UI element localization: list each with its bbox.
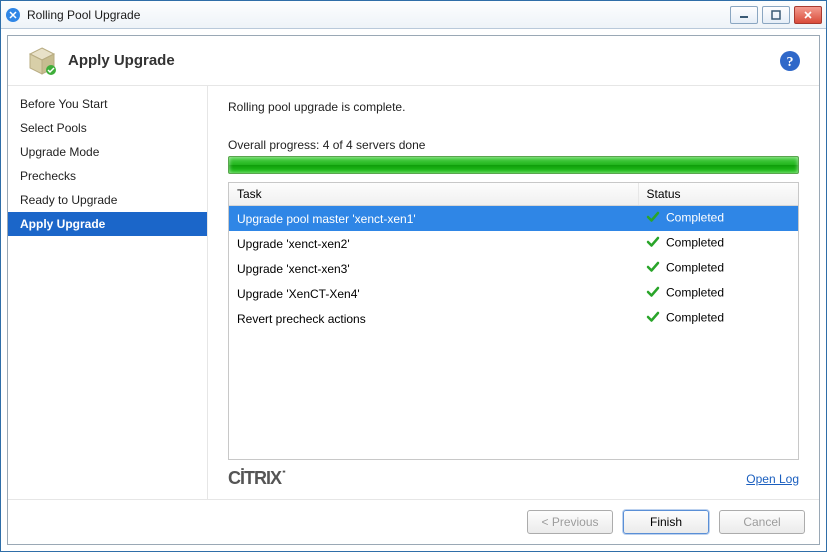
task-status-text: Completed: [666, 236, 724, 250]
task-status-cell: Completed: [638, 206, 798, 232]
task-table: Task Status Upgrade pool master 'xenct-x…: [228, 182, 799, 460]
check-icon: [646, 310, 660, 327]
task-status-text: Completed: [666, 261, 724, 275]
dialog-window: Rolling Pool Upgrade Apply Upgrade: [0, 0, 827, 552]
page-title: Apply Upgrade: [68, 52, 175, 69]
check-icon: [646, 260, 660, 277]
table-row[interactable]: Upgrade 'xenct-xen3' Completed: [229, 256, 798, 281]
task-status-cell: Completed: [638, 231, 798, 256]
minimize-button[interactable]: [730, 6, 758, 24]
table-row[interactable]: Upgrade 'XenCT-Xen4' Completed: [229, 281, 798, 306]
table-row[interactable]: Upgrade pool master 'xenct-xen1' Complete…: [229, 206, 798, 232]
main-panel: Rolling pool upgrade is complete. Overal…: [208, 86, 819, 499]
column-status[interactable]: Status: [638, 183, 798, 206]
wizard-steps-sidebar: Before You StartSelect PoolsUpgrade Mode…: [8, 86, 208, 499]
cancel-button[interactable]: Cancel: [719, 510, 805, 534]
finish-button[interactable]: Finish: [623, 510, 709, 534]
sidebar-item[interactable]: Upgrade Mode: [8, 140, 207, 164]
check-icon: [646, 235, 660, 252]
task-status-cell: Completed: [638, 256, 798, 281]
sidebar-item[interactable]: Select Pools: [8, 116, 207, 140]
task-status-text: Completed: [666, 211, 724, 225]
sidebar-item[interactable]: Apply Upgrade: [8, 212, 207, 236]
overall-progress-label: Overall progress: 4 of 4 servers done: [228, 138, 799, 152]
package-icon: [26, 45, 58, 77]
task-status-text: Completed: [666, 286, 724, 300]
body-area: Apply Upgrade ? Before You StartSelect P…: [1, 29, 826, 551]
check-icon: [646, 285, 660, 302]
sidebar-item[interactable]: Ready to Upgrade: [8, 188, 207, 212]
window-controls: [730, 6, 822, 24]
task-name-cell: Upgrade pool master 'xenct-xen1': [229, 206, 638, 232]
check-icon: [646, 210, 660, 227]
task-status-cell: Completed: [638, 306, 798, 331]
titlebar[interactable]: Rolling Pool Upgrade: [1, 1, 826, 29]
button-bar: < Previous Finish Cancel: [8, 499, 819, 544]
sidebar-item[interactable]: Before You Start: [8, 92, 207, 116]
maximize-button[interactable]: [762, 6, 790, 24]
brand-logo: CİTRIX˙: [228, 468, 286, 489]
app-icon: [5, 7, 21, 23]
wizard-header: Apply Upgrade ?: [8, 36, 819, 86]
help-icon[interactable]: ?: [779, 50, 801, 72]
previous-button[interactable]: < Previous: [527, 510, 613, 534]
status-message: Rolling pool upgrade is complete.: [228, 100, 799, 114]
overall-progress-bar: [228, 156, 799, 174]
footer-row: CİTRIX˙ Open Log: [228, 468, 799, 489]
table-row[interactable]: Upgrade 'xenct-xen2' Completed: [229, 231, 798, 256]
open-log-link[interactable]: Open Log: [746, 472, 799, 486]
task-status-text: Completed: [666, 311, 724, 325]
sidebar-item[interactable]: Prechecks: [8, 164, 207, 188]
svg-text:?: ?: [787, 55, 794, 70]
window-title: Rolling Pool Upgrade: [27, 8, 140, 22]
column-task[interactable]: Task: [229, 183, 638, 206]
task-name-cell: Upgrade 'XenCT-Xen4': [229, 281, 638, 306]
task-name-cell: Revert precheck actions: [229, 306, 638, 331]
table-row[interactable]: Revert precheck actions Completed: [229, 306, 798, 331]
wizard-panel: Apply Upgrade ? Before You StartSelect P…: [7, 35, 820, 545]
content-area: Before You StartSelect PoolsUpgrade Mode…: [8, 86, 819, 499]
close-button[interactable]: [794, 6, 822, 24]
task-name-cell: Upgrade 'xenct-xen3': [229, 256, 638, 281]
task-status-cell: Completed: [638, 281, 798, 306]
task-name-cell: Upgrade 'xenct-xen2': [229, 231, 638, 256]
